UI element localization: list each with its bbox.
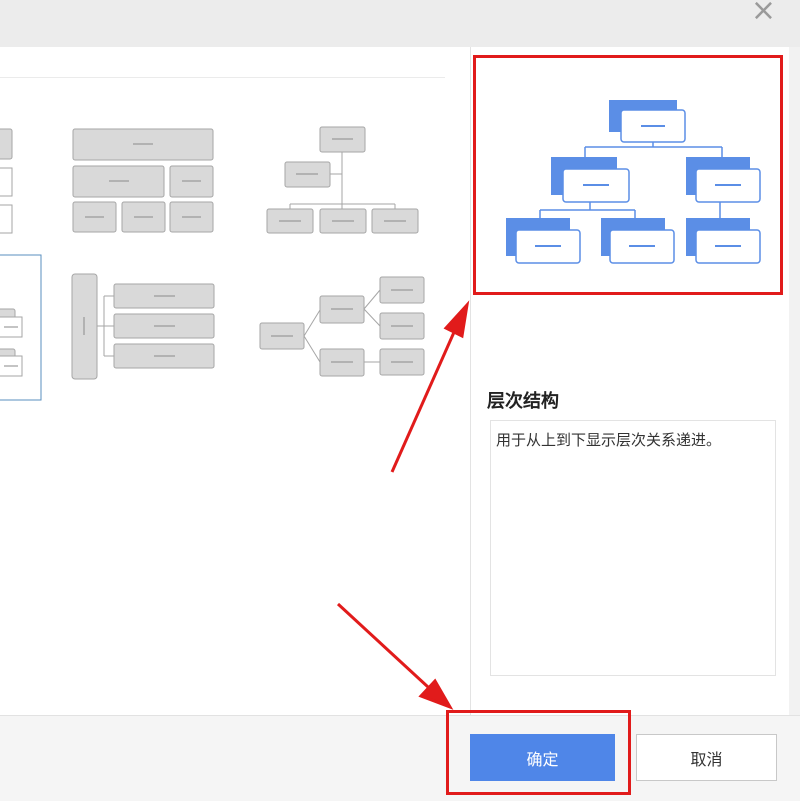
background-window-edge <box>789 47 800 715</box>
cancel-button[interactable]: 取消 <box>636 734 777 781</box>
layout-org-chart[interactable] <box>266 126 419 234</box>
layout-partial-left-top[interactable] <box>0 128 13 234</box>
layout-horizontal-hierarchy[interactable] <box>259 276 425 377</box>
layout-vertical-bracket-list[interactable] <box>71 273 215 380</box>
layout-title: 层次结构 <box>487 391 559 412</box>
layout-gallery-thumbnails <box>0 126 425 401</box>
hierarchy-preview-diagram <box>506 100 761 264</box>
layout-block-list[interactable] <box>72 128 214 233</box>
layout-description: 用于从上到下显示层次关系递进。 <box>490 420 776 676</box>
ok-button[interactable]: 确定 <box>470 734 615 781</box>
dialog-titlebar <box>0 0 800 47</box>
layout-partial-left-selected[interactable] <box>0 254 42 401</box>
close-icon[interactable]: × <box>751 0 776 26</box>
